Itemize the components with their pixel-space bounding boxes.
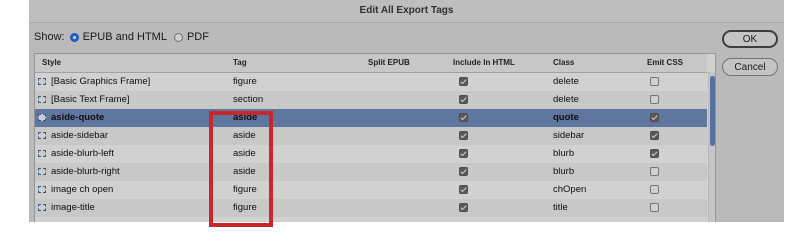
include-in-html-checkbox[interactable] xyxy=(459,185,468,194)
emit-css-checkbox[interactable] xyxy=(650,131,659,140)
tag-column-highlight-box xyxy=(209,111,273,227)
table-scrollbar[interactable] xyxy=(708,72,715,222)
emit-css-checkbox[interactable] xyxy=(650,113,659,122)
class-cell[interactable]: chOpen xyxy=(553,181,586,199)
class-cell[interactable]: blurb xyxy=(553,145,574,163)
table-row[interactable]: aside-blurb-left aside blurb xyxy=(35,145,707,163)
column-header-include-in-html[interactable]: Include In HTML xyxy=(453,54,515,72)
show-label: Show: xyxy=(34,31,65,43)
tag-cell[interactable]: figure xyxy=(233,73,257,91)
column-header-emit-css[interactable]: Emit CSS xyxy=(647,54,683,72)
edit-export-tags-dialog: Edit All Export Tags Show: EPUB and HTML… xyxy=(29,0,784,222)
column-header-split-epub[interactable]: Split EPUB xyxy=(368,54,410,72)
style-cell: aside-blurb-left xyxy=(51,148,114,159)
style-cell: [Basic Graphics Frame] xyxy=(51,76,151,87)
emit-css-checkbox[interactable] xyxy=(650,185,659,194)
class-cell[interactable]: delete xyxy=(553,73,579,91)
style-cell: [Basic Text Frame] xyxy=(51,94,130,105)
include-in-html-checkbox[interactable] xyxy=(459,77,468,86)
table-row[interactable]: image-title figure title xyxy=(35,199,707,217)
scrollbar-thumb[interactable] xyxy=(710,76,715,146)
style-cell: aside-quote xyxy=(51,112,105,123)
table-row[interactable]: [Basic Graphics Frame] figure delete xyxy=(35,73,707,91)
tag-cell[interactable]: section xyxy=(233,91,263,109)
style-cell: image-title xyxy=(51,202,95,213)
emit-css-checkbox[interactable] xyxy=(650,77,659,86)
include-in-html-checkbox[interactable] xyxy=(459,167,468,176)
table-row[interactable]: [Basic Text Frame] section delete xyxy=(35,91,707,109)
epub-html-label[interactable]: EPUB and HTML xyxy=(83,31,167,43)
class-cell[interactable]: sidebar xyxy=(553,127,584,145)
dialog-title: Edit All Export Tags xyxy=(29,0,784,23)
class-cell[interactable]: blurb xyxy=(553,163,574,181)
frame-style-icon xyxy=(38,96,46,103)
frame-style-icon xyxy=(38,186,46,193)
frame-style-icon xyxy=(38,78,46,85)
pdf-label[interactable]: PDF xyxy=(187,31,209,43)
include-in-html-checkbox[interactable] xyxy=(459,113,468,122)
ok-button[interactable]: OK xyxy=(722,30,778,48)
class-cell[interactable]: delete xyxy=(553,91,579,109)
emit-css-checkbox[interactable] xyxy=(650,95,659,104)
frame-style-icon xyxy=(38,168,46,175)
include-in-html-checkbox[interactable] xyxy=(459,131,468,140)
export-tags-table: Style Tag Split EPUB Include In HTML Cla… xyxy=(34,53,716,222)
emit-css-checkbox[interactable] xyxy=(650,149,659,158)
frame-style-icon xyxy=(38,114,46,121)
class-cell[interactable]: title xyxy=(553,199,568,217)
include-in-html-checkbox[interactable] xyxy=(459,149,468,158)
show-filter: Show: EPUB and HTML PDF xyxy=(34,30,211,44)
pdf-radio[interactable] xyxy=(173,32,183,42)
column-header-tag[interactable]: Tag xyxy=(233,54,247,72)
style-cell: aside-blurb-right xyxy=(51,166,120,177)
emit-css-checkbox[interactable] xyxy=(650,167,659,176)
cancel-button[interactable]: Cancel xyxy=(722,58,778,76)
include-in-html-checkbox[interactable] xyxy=(459,203,468,212)
table-header: Style Tag Split EPUB Include In HTML Cla… xyxy=(35,54,707,73)
emit-css-checkbox[interactable] xyxy=(650,203,659,212)
column-header-class[interactable]: Class xyxy=(553,54,574,72)
frame-style-icon xyxy=(38,150,46,157)
table-row[interactable]: image ch open figure chOpen xyxy=(35,181,707,199)
table-row[interactable]: aside-quote aside quote xyxy=(35,109,707,127)
frame-style-icon xyxy=(38,132,46,139)
epub-html-radio[interactable] xyxy=(69,32,79,42)
include-in-html-checkbox[interactable] xyxy=(459,95,468,104)
style-cell: image ch open xyxy=(51,184,114,195)
table-row[interactable]: aside-sidebar aside sidebar xyxy=(35,127,707,145)
class-cell[interactable]: quote xyxy=(553,109,579,127)
column-header-style[interactable]: Style xyxy=(42,54,61,72)
frame-style-icon xyxy=(38,204,46,211)
table-row[interactable]: aside-blurb-right aside blurb xyxy=(35,163,707,181)
style-cell: aside-sidebar xyxy=(51,130,109,141)
